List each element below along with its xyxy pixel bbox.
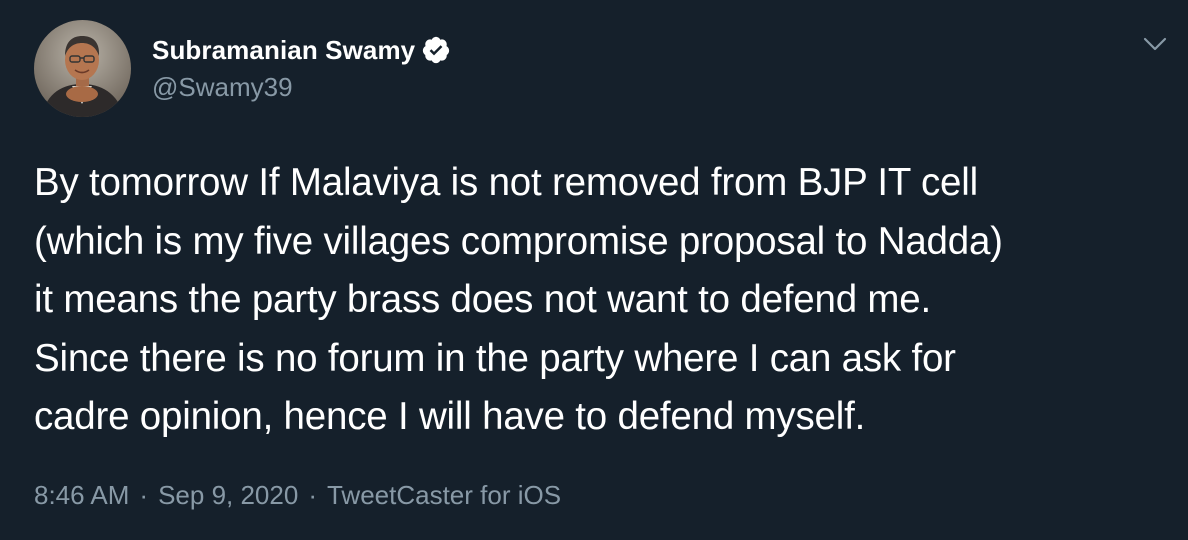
verified-badge-icon bbox=[423, 36, 450, 64]
separator: · bbox=[139, 480, 149, 510]
author-display-name[interactable]: Subramanian Swamy bbox=[152, 35, 415, 66]
tweet-card: Subramanian Swamy @Swamy39 By tomorrow I… bbox=[0, 0, 1188, 540]
avatar-photo bbox=[34, 20, 131, 117]
tweet-date[interactable]: Sep 9, 2020 bbox=[158, 480, 298, 511]
author-handle[interactable]: @Swamy39 bbox=[152, 72, 293, 103]
avatar[interactable] bbox=[34, 20, 131, 117]
author-name-row[interactable]: Subramanian Swamy bbox=[152, 33, 451, 67]
tweet-text: By tomorrow If Malaviya is not removed f… bbox=[34, 161, 1003, 438]
tweet-metadata: 8:46 AM · Sep 9, 2020 · TweetCaster for … bbox=[34, 480, 561, 511]
tweet-time[interactable]: 8:46 AM bbox=[34, 480, 129, 511]
separator: · bbox=[308, 480, 317, 510]
chevron-down-icon[interactable] bbox=[1140, 32, 1170, 56]
tweet-source[interactable]: TweetCaster for iOS bbox=[327, 480, 561, 511]
